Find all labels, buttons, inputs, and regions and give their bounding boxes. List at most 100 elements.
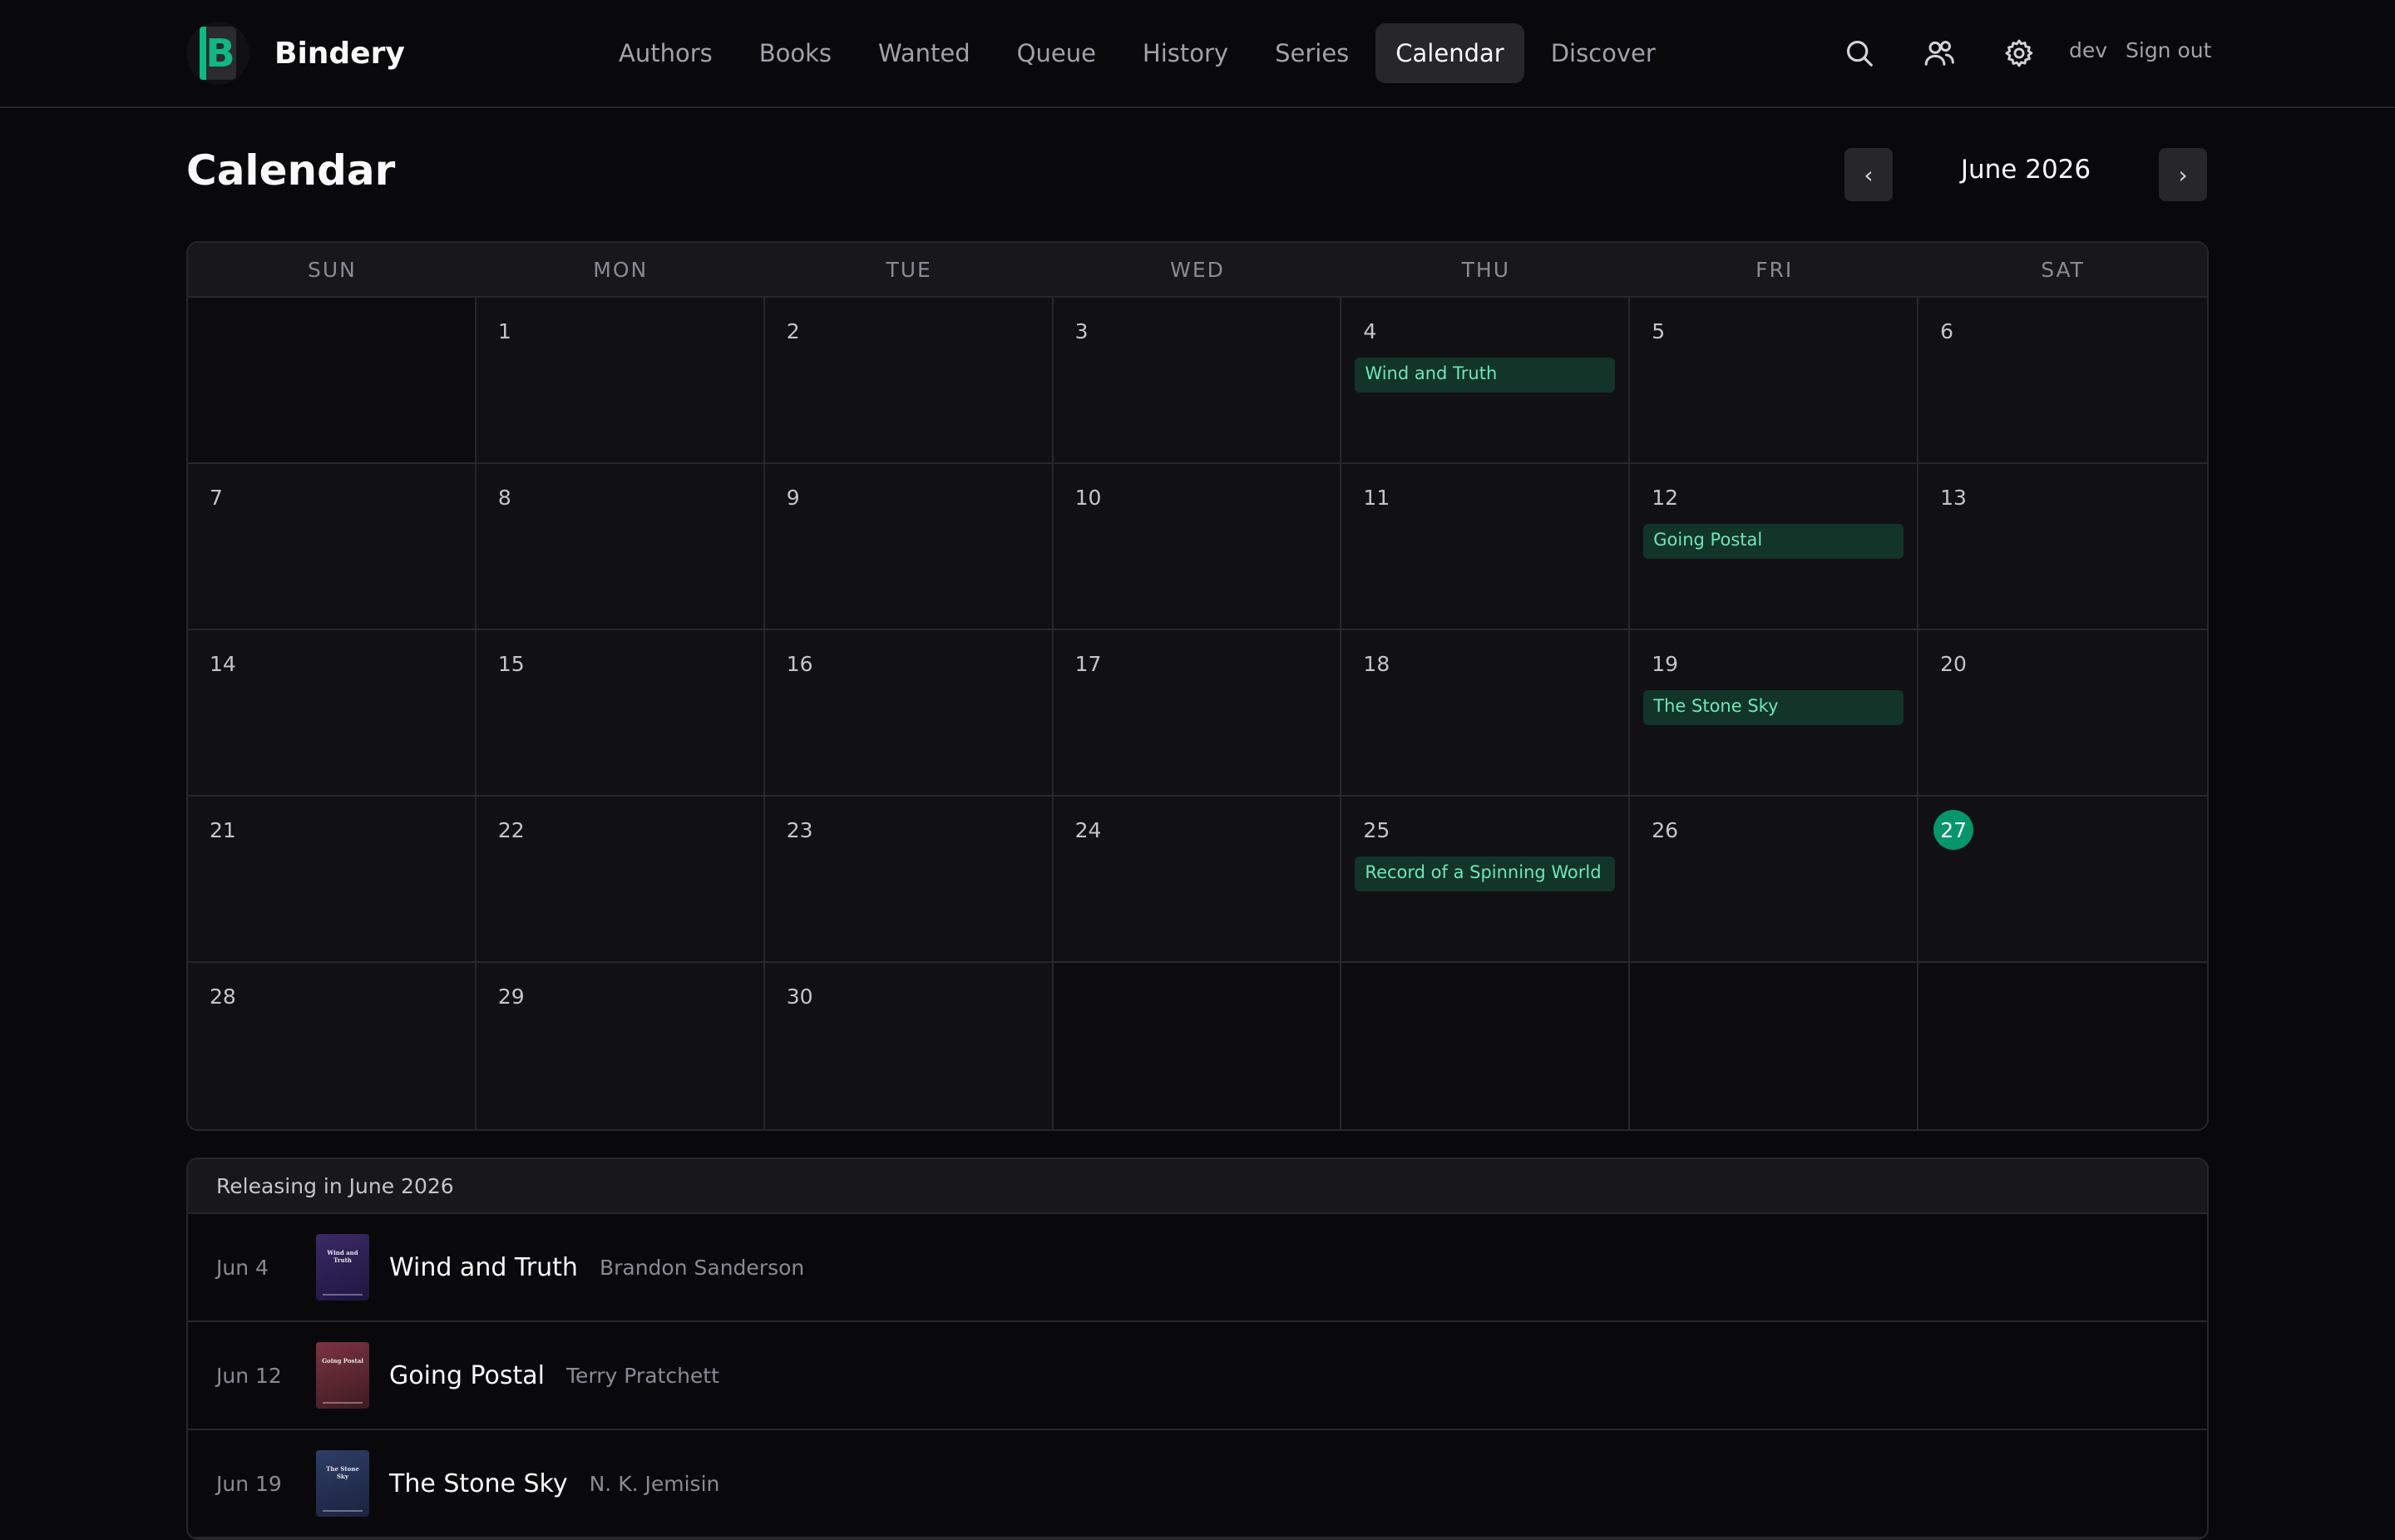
gear-icon[interactable] (1997, 32, 2041, 75)
release-row[interactable]: Jun 19 The Stone Sky The Stone Sky N. K. Je… (188, 1430, 2207, 1538)
day-cell-1[interactable]: 1 (476, 298, 765, 464)
month-calendar: SUN MON TUE WED THU FRI SAT 1 2 3 4 Wind and Truth… (186, 241, 2209, 1131)
day-cell-20[interactable]: 20 (1918, 630, 2207, 797)
day-number: 20 (1940, 652, 1967, 676)
day-cell-26[interactable]: 26 (1630, 797, 1919, 963)
calendar-event[interactable]: Record of a Spinning World (1355, 856, 1616, 891)
day-cell-14[interactable]: 14 (188, 630, 477, 797)
calendar-event[interactable]: Wind and Truth (1355, 358, 1616, 392)
day-cell-5[interactable]: 5 (1630, 298, 1919, 464)
day-number: 4 (1363, 319, 1377, 343)
release-title[interactable]: Wind and Truth (389, 1253, 578, 1282)
day-number: 18 (1363, 652, 1390, 676)
day-cell-25[interactable]: 25 Record of a Spinning World (1341, 797, 1631, 963)
day-number: 15 (497, 652, 525, 676)
main-nav: Authors Books Wanted Queue History Series Cale… (599, 23, 1682, 83)
empty-day-cell (1630, 963, 1919, 1129)
day-number: 30 (786, 985, 813, 1009)
day-number: 26 (1652, 818, 1679, 842)
nav-series[interactable]: Series (1255, 23, 1369, 83)
day-cell-22[interactable]: 22 (476, 797, 765, 963)
release-row[interactable]: Jun 12 Going Postal Going Postal Terry Prat… (188, 1322, 2207, 1430)
day-number: 6 (1940, 319, 1954, 343)
release-date: Jun 19 (216, 1471, 282, 1496)
day-cell-29[interactable]: 29 (476, 963, 765, 1129)
day-number: 11 (1363, 486, 1390, 510)
cover-author-line (323, 1294, 363, 1296)
day-number: 24 (1074, 818, 1102, 842)
nav-calendar[interactable]: Calendar (1375, 23, 1524, 83)
day-number: 22 (497, 818, 525, 842)
day-cell-6[interactable]: 6 (1918, 298, 2207, 464)
page-title: Calendar (186, 146, 396, 195)
book-cover: Going Postal (316, 1342, 369, 1409)
book-cover: The Stone Sky (316, 1450, 369, 1517)
day-cell-19[interactable]: 19 The Stone Sky (1630, 630, 1919, 797)
nav-books[interactable]: Books (739, 23, 852, 83)
release-author: N. K. Jemisin (589, 1471, 720, 1496)
nav-queue[interactable]: Queue (997, 23, 1116, 83)
weekday-fri: FRI (1756, 257, 1794, 282)
weekday-tue: TUE (886, 257, 932, 282)
day-cell-8[interactable]: 8 (476, 464, 765, 630)
day-number: 9 (786, 486, 800, 510)
nav-discover[interactable]: Discover (1531, 23, 1676, 83)
day-number: 29 (497, 985, 525, 1009)
release-row[interactable]: Jun 4 Wind and Truth Wind and Truth Brandon… (188, 1214, 2207, 1322)
day-cell-27[interactable]: 27 (1918, 797, 2207, 963)
release-title[interactable]: Going Postal (389, 1361, 545, 1390)
brand[interactable]: B Bindery (186, 22, 405, 85)
cover-title: Wind and Truth (327, 1249, 358, 1264)
day-number: 5 (1652, 319, 1666, 343)
nav-authors[interactable]: Authors (599, 23, 733, 83)
calendar-event[interactable]: The Stone Sky (1643, 690, 1904, 725)
release-title[interactable]: The Stone Sky (389, 1469, 568, 1498)
day-number: 28 (210, 985, 236, 1009)
top-navbar: B Bindery Authors Books Wanted Queue History… (0, 0, 2395, 108)
weekday-sun: SUN (307, 257, 357, 282)
day-cell-23[interactable]: 23 (764, 797, 1054, 963)
book-cover: Wind and Truth (316, 1234, 369, 1301)
calendar-event[interactable]: Going Postal (1643, 524, 1904, 559)
day-cell-11[interactable]: 11 (1341, 464, 1631, 630)
nav-history[interactable]: History (1123, 23, 1248, 83)
day-cell-10[interactable]: 10 (1053, 464, 1342, 630)
prev-month-button[interactable]: ‹ (1844, 148, 1893, 201)
day-cell-3[interactable]: 3 (1053, 298, 1342, 464)
day-cell-12[interactable]: 12 Going Postal (1630, 464, 1919, 630)
day-number: 19 (1652, 652, 1679, 676)
release-author: Brandon Sanderson (599, 1255, 805, 1280)
day-cell-4[interactable]: 4 Wind and Truth (1341, 298, 1631, 464)
next-month-button[interactable]: › (2159, 148, 2207, 201)
users-icon[interactable] (1918, 32, 1961, 75)
day-number: 17 (1074, 652, 1102, 676)
day-cell-15[interactable]: 15 (476, 630, 765, 797)
day-cell-18[interactable]: 18 (1341, 630, 1631, 797)
day-cell-28[interactable]: 28 (188, 963, 477, 1129)
day-cell-30[interactable]: 30 (764, 963, 1054, 1129)
day-cell-9[interactable]: 9 (764, 464, 1054, 630)
empty-day-cell (1341, 963, 1631, 1129)
sign-out-link[interactable]: Sign out (2126, 38, 2211, 62)
empty-day-cell (1053, 963, 1342, 1129)
app-name: Bindery (274, 36, 405, 71)
cover-author-line (323, 1402, 363, 1404)
release-author: Terry Pratchett (566, 1363, 719, 1388)
day-cell-16[interactable]: 16 (764, 630, 1054, 797)
day-cell-7[interactable]: 7 (188, 464, 477, 630)
release-date: Jun 12 (216, 1363, 282, 1388)
day-cell-2[interactable]: 2 (764, 298, 1054, 464)
day-cell-21[interactable]: 21 (188, 797, 477, 963)
book-logo-icon: B (200, 27, 236, 80)
nav-wanted[interactable]: Wanted (858, 23, 990, 83)
day-cell-24[interactable]: 24 (1053, 797, 1342, 963)
day-number: 8 (497, 486, 511, 510)
releases-list: Jun 4 Wind and Truth Wind and Truth Brandon… (188, 1214, 2207, 1538)
empty-day-cell (188, 298, 477, 464)
day-number: 21 (210, 818, 236, 842)
search-icon[interactable] (1838, 32, 1881, 75)
day-number: 3 (1074, 319, 1089, 343)
day-cell-13[interactable]: 13 (1918, 464, 2207, 630)
day-cell-17[interactable]: 17 (1053, 630, 1342, 797)
day-number: 23 (786, 818, 813, 842)
